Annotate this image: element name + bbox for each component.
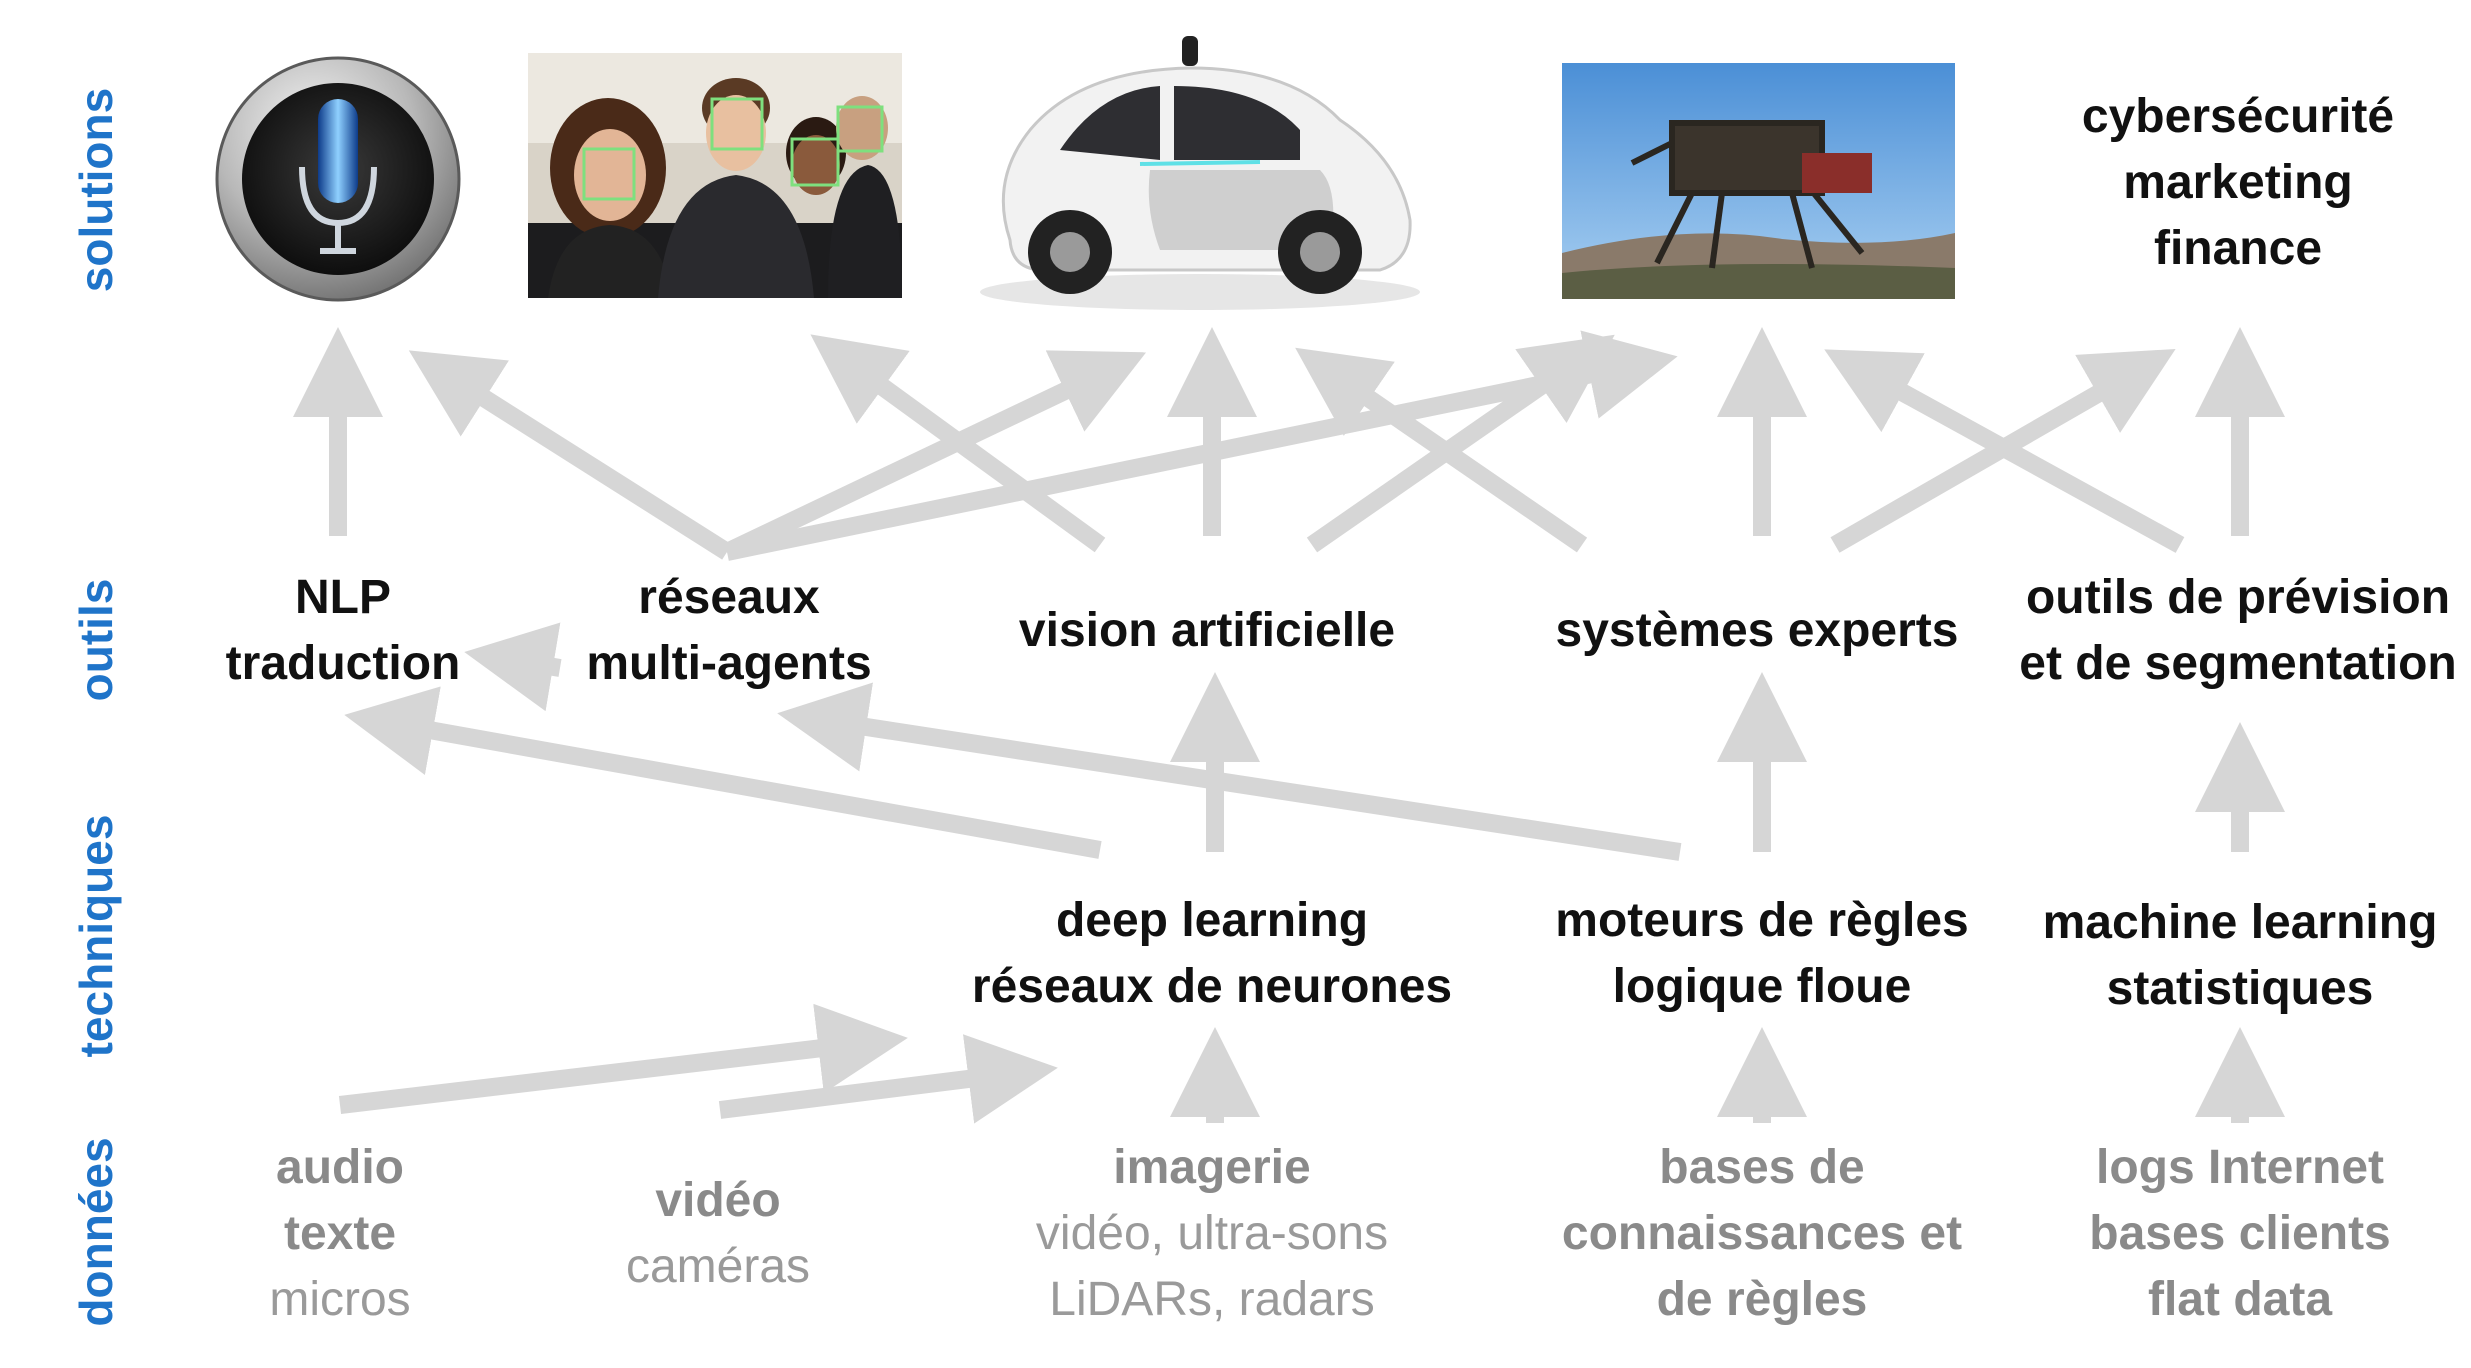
arrow-moteurs-reseaux <box>777 682 1682 861</box>
outil-nlp-line-2: traduction <box>225 637 461 690</box>
donnee-audio-line-1: audio <box>275 1141 404 1194</box>
donnee-logs: logs Internet bases clients flat data <box>2089 1135 2391 1333</box>
outil-vision-line-1: vision artificielle <box>1018 604 1396 657</box>
outil-experts: systèmes experts <box>1556 598 1959 664</box>
donnee-bases-line-2: connaissances et <box>1561 1207 1963 1260</box>
arrow-reseaux-siri <box>408 350 732 560</box>
arrow-video-deep <box>718 1034 1058 1124</box>
donnee-bases-line-1: bases de <box>1659 1141 1865 1194</box>
ai-landscape-diagram: solutions outils techniques données cybe… <box>0 0 2471 1368</box>
arrow-reseaux-nlp <box>464 622 562 712</box>
donnee-audio-line-2: texte <box>283 1207 397 1260</box>
outil-experts-line-1: systèmes experts <box>1555 604 1959 657</box>
outil-prevision: outils de prévision et de segmentation <box>2019 565 2456 697</box>
solution-line-2: marketing <box>2123 156 2353 209</box>
technique-moteurs-line-1: moteurs de règles <box>1555 894 1969 947</box>
outil-prevision-line-1: outils de prévision <box>2025 571 2451 624</box>
technique-ml: machine learning statistiques <box>2043 890 2438 1022</box>
donnee-video-line-2: caméras <box>625 1240 811 1293</box>
donnee-imagerie-line-2: vidéo, ultra-sons <box>1035 1207 1389 1260</box>
donnee-imagerie-line-3: LiDARs, radars <box>1049 1273 1375 1326</box>
outil-reseaux-line-2: multi-agents <box>586 637 872 690</box>
donnee-imagerie-line-1: imagerie <box>1113 1141 1311 1194</box>
donnee-logs-line-2: bases clients <box>2089 1207 2391 1260</box>
face-detection-photo <box>528 53 902 298</box>
technique-ml-line-2: statistiques <box>2106 962 2374 1015</box>
arrow-vision-robot <box>1306 334 1615 553</box>
technique-deep-line-1: deep learning <box>1055 894 1369 947</box>
technique-moteurs-line-2: logique floue <box>1612 960 1912 1013</box>
row-label-techniques: techniques <box>70 814 122 1058</box>
donnee-video-line-1: vidéo <box>655 1174 781 1227</box>
donnee-video: vidéo caméras <box>626 1168 810 1300</box>
self-driving-car-photo <box>980 36 1420 310</box>
row-label-outils: outils <box>70 578 122 702</box>
row-label-solutions: solutions <box>70 87 122 293</box>
microphone-icon <box>215 56 461 302</box>
donnee-logs-line-3: flat data <box>2147 1273 2333 1326</box>
outil-reseaux: réseaux multi-agents <box>586 565 871 697</box>
solution-cyber-marketing-finance: cybersécurité marketing finance <box>2082 84 2394 282</box>
technique-deep-line-2: réseaux de neurones <box>971 960 1453 1013</box>
outil-reseaux-line-1: réseaux <box>638 571 820 624</box>
solution-line-1: cybersécurité <box>2081 90 2395 143</box>
row-label-donnees: données <box>70 1137 122 1327</box>
arrow-reseaux-robot <box>725 330 1678 561</box>
outil-vision: vision artificielle <box>1019 598 1395 664</box>
outil-nlp: NLP traduction <box>226 565 461 697</box>
solution-line-3: finance <box>2153 222 2323 275</box>
outil-nlp-line-1: NLP <box>295 571 391 624</box>
donnee-audio: audio texte micros <box>269 1135 410 1333</box>
legged-robot-photo <box>1562 63 1955 299</box>
technique-ml-line-1: machine learning <box>2042 896 2438 949</box>
donnee-imagerie: imagerie vidéo, ultra-sons LiDARs, radar… <box>1036 1135 1388 1333</box>
technique-moteurs: moteurs de règles logique floue <box>1555 888 1968 1020</box>
donnee-bases: bases de connaissances et de règles <box>1562 1135 1962 1333</box>
technique-deep: deep learning réseaux de neurones <box>972 888 1452 1020</box>
donnee-audio-line-3: micros <box>269 1273 411 1326</box>
donnee-logs-line-1: logs Internet <box>2095 1141 2385 1194</box>
donnee-bases-line-3: de règles <box>1656 1273 1868 1326</box>
outil-prevision-line-2: et de segmentation <box>2019 637 2457 690</box>
